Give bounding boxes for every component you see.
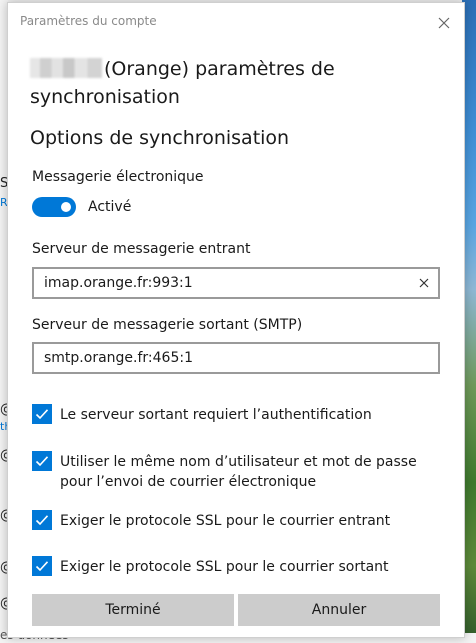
section-title: Options de synchronisation: [30, 127, 290, 149]
ssl-incoming-label: Exiger le protocole SSL pour le courrier…: [60, 513, 391, 529]
checkmark-icon: [35, 409, 49, 420]
checkmark-icon: [35, 456, 49, 467]
toggle-knob: [61, 202, 71, 212]
clear-input-button[interactable]: [416, 275, 432, 291]
auth-required-label: Le serveur sortant requiert l’authentifi…: [60, 407, 372, 423]
toggle-state-label: Activé: [88, 199, 132, 215]
account-settings-dialog: Paramètres du compte (Orange) paramètres…: [7, 2, 465, 638]
cancel-button[interactable]: Annuler: [238, 594, 440, 626]
checkmark-icon: [35, 561, 49, 572]
ssl-outgoing-checkbox[interactable]: [32, 556, 52, 576]
outgoing-server-value: smtp.orange.fr:465:1: [44, 350, 193, 366]
incoming-server-value: imap.orange.fr:993:1: [44, 275, 193, 291]
outgoing-server-label: Serveur de messagerie sortant (SMTP): [32, 317, 303, 333]
email-toggle[interactable]: [32, 197, 76, 217]
title-bar: Paramètres du compte: [8, 3, 464, 41]
page-heading: (Orange) paramètres de synchronisation: [30, 55, 450, 111]
same-credentials-checkbox[interactable]: [32, 451, 52, 471]
checkmark-icon: [35, 515, 49, 526]
email-label: Messagerie électronique: [32, 169, 204, 185]
auth-required-checkbox[interactable]: [32, 404, 52, 424]
close-button[interactable]: [432, 11, 456, 35]
close-icon: [438, 17, 450, 29]
done-button[interactable]: Terminé: [32, 594, 234, 626]
incoming-server-label: Serveur de messagerie entrant: [32, 241, 251, 257]
clear-icon: [419, 278, 429, 288]
window-title: Paramètres du compte: [20, 14, 157, 28]
outgoing-server-input[interactable]: smtp.orange.fr:465:1: [32, 342, 440, 374]
same-credentials-label: Utiliser le même nom d’utilisateur et mo…: [60, 454, 417, 490]
incoming-server-input[interactable]: imap.orange.fr:993:1: [32, 267, 440, 299]
ssl-incoming-checkbox[interactable]: [32, 510, 52, 530]
ssl-outgoing-label: Exiger le protocole SSL pour le courrier…: [60, 559, 389, 575]
redacted-account-name: [30, 58, 102, 78]
